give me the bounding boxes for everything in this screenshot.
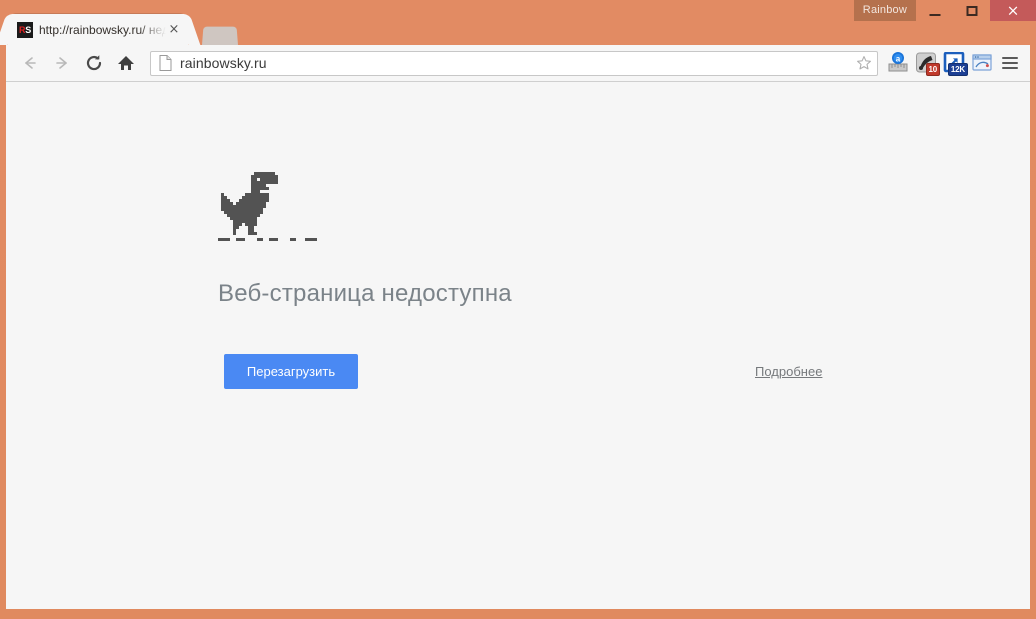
- page-viewport: Веб-страница недоступна Перезагрузить По…: [6, 82, 1030, 609]
- address-bar[interactable]: rainbowsky.ru: [150, 50, 878, 76]
- offline-dinosaur-illustration: [218, 172, 338, 232]
- star-icon: [857, 56, 871, 70]
- maximize-icon: [966, 5, 977, 16]
- home-icon: [117, 56, 134, 70]
- close-icon: ×: [1006, 1, 1020, 19]
- minimize-button[interactable]: [916, 0, 953, 21]
- title-bar: Rainbow × RS http://rainbowsky.ru/ недос…: [0, 0, 1036, 45]
- tab-close-icon[interactable]: ×: [166, 22, 182, 38]
- dinosaur-icon: [218, 172, 221, 175]
- page-document-icon: [159, 55, 172, 71]
- menu-icon-line: [1002, 62, 1018, 64]
- reload-button[interactable]: [79, 49, 108, 78]
- browser-tab-active[interactable]: RS http://rainbowsky.ru/ недоступен ×: [8, 14, 188, 45]
- favicon-letter-s: S: [25, 24, 31, 35]
- tab-strip: RS http://rainbowsky.ru/ недоступен ×: [8, 14, 238, 45]
- svg-text:a: a: [896, 54, 901, 63]
- close-window-button[interactable]: ×: [990, 0, 1036, 21]
- window-app-label: Rainbow: [853, 0, 916, 21]
- extension-badge-count: 10: [925, 62, 940, 76]
- seo-toolbar-icon: [972, 54, 992, 71]
- tab-title: http://rainbowsky.ru/ недоступен: [39, 22, 166, 37]
- back-arrow-icon: [24, 57, 36, 69]
- browser-toolbar: rainbowsky.ru a 10 12K: [6, 45, 1030, 82]
- maximize-button[interactable]: [953, 0, 990, 21]
- window-caption-controls: Rainbow ×: [853, 0, 1036, 21]
- details-link[interactable]: Подробнее: [755, 364, 822, 379]
- url-text[interactable]: rainbowsky.ru: [180, 55, 852, 71]
- reload-icon: [86, 55, 101, 71]
- extension-alexa-rank[interactable]: a: [884, 49, 912, 78]
- forward-button[interactable]: [47, 49, 76, 78]
- menu-icon-line: [1002, 57, 1018, 59]
- error-actions: Перезагрузить Подробнее: [218, 354, 858, 390]
- extension-screenshot[interactable]: 10: [912, 49, 940, 78]
- new-tab-button[interactable]: [202, 26, 238, 45]
- alexa-rank-icon: a: [888, 52, 908, 72]
- extension-seo-toolbar[interactable]: [968, 49, 996, 78]
- bookmark-star-button[interactable]: [852, 52, 876, 75]
- browser-menu-button[interactable]: [996, 49, 1024, 78]
- favicon-icon: RS: [17, 21, 33, 38]
- browser-window: Rainbow × RS http://rainbowsky.ru/ недос…: [0, 0, 1036, 619]
- reload-page-button[interactable]: Перезагрузить: [224, 354, 358, 389]
- extension-badge-count: 12K: [947, 62, 968, 76]
- menu-icon-line: [1002, 67, 1018, 69]
- page-title: Веб-страница недоступна: [218, 280, 512, 307]
- back-button[interactable]: [15, 49, 44, 78]
- home-button[interactable]: [111, 49, 140, 78]
- forward-arrow-icon: [55, 57, 67, 69]
- extension-traffic-stats[interactable]: 12K: [940, 49, 968, 78]
- error-page-content: Веб-страница недоступна Перезагрузить По…: [218, 172, 918, 390]
- minimize-icon: [929, 13, 940, 16]
